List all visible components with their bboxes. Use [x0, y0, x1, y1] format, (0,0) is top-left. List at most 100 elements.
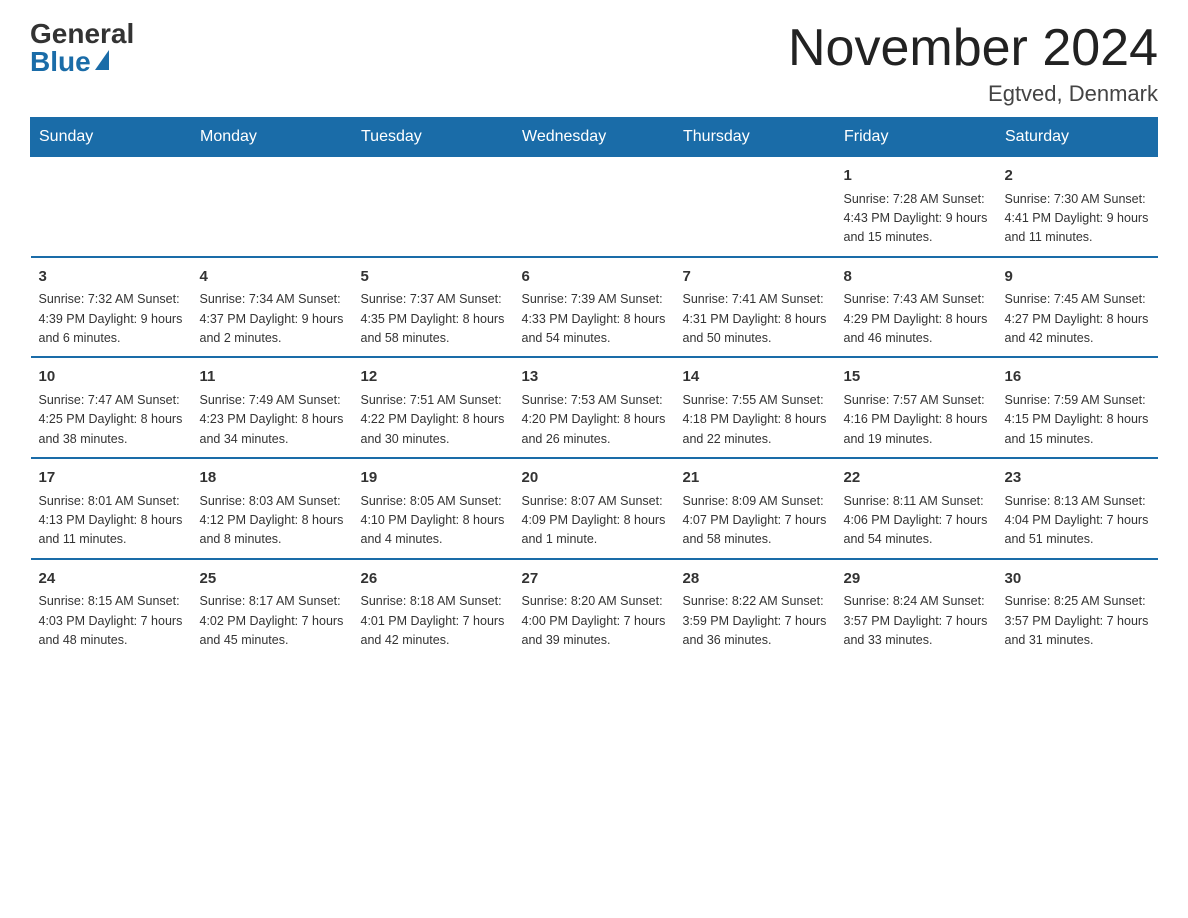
day-cell: 22Sunrise: 8:11 AM Sunset: 4:06 PM Dayli… — [836, 458, 997, 559]
day-info: Sunrise: 8:25 AM Sunset: 3:57 PM Dayligh… — [1005, 592, 1150, 650]
header-wednesday: Wednesday — [514, 118, 675, 157]
week-row-5: 24Sunrise: 8:15 AM Sunset: 4:03 PM Dayli… — [31, 559, 1158, 659]
day-number: 18 — [200, 467, 345, 490]
logo-blue-text: Blue — [30, 48, 109, 76]
logo: General Blue — [30, 20, 134, 76]
day-number: 21 — [683, 467, 828, 490]
calendar-table: SundayMondayTuesdayWednesdayThursdayFrid… — [30, 117, 1158, 658]
day-info: Sunrise: 7:34 AM Sunset: 4:37 PM Dayligh… — [200, 290, 345, 348]
day-number: 6 — [522, 266, 667, 289]
day-info: Sunrise: 7:30 AM Sunset: 4:41 PM Dayligh… — [1005, 190, 1150, 248]
day-number: 29 — [844, 568, 989, 591]
day-cell: 17Sunrise: 8:01 AM Sunset: 4:13 PM Dayli… — [31, 458, 192, 559]
day-number: 28 — [683, 568, 828, 591]
day-cell: 25Sunrise: 8:17 AM Sunset: 4:02 PM Dayli… — [192, 559, 353, 659]
month-title: November 2024 — [788, 20, 1158, 77]
day-cell: 15Sunrise: 7:57 AM Sunset: 4:16 PM Dayli… — [836, 357, 997, 458]
day-number: 24 — [39, 568, 184, 591]
day-info: Sunrise: 7:57 AM Sunset: 4:16 PM Dayligh… — [844, 391, 989, 449]
day-info: Sunrise: 8:11 AM Sunset: 4:06 PM Dayligh… — [844, 492, 989, 550]
day-info: Sunrise: 7:47 AM Sunset: 4:25 PM Dayligh… — [39, 391, 184, 449]
location-text: Egtved, Denmark — [788, 81, 1158, 107]
day-info: Sunrise: 7:39 AM Sunset: 4:33 PM Dayligh… — [522, 290, 667, 348]
day-number: 4 — [200, 266, 345, 289]
day-number: 17 — [39, 467, 184, 490]
header-thursday: Thursday — [675, 118, 836, 157]
day-number: 26 — [361, 568, 506, 591]
week-row-2: 3Sunrise: 7:32 AM Sunset: 4:39 PM Daylig… — [31, 257, 1158, 358]
day-cell: 8Sunrise: 7:43 AM Sunset: 4:29 PM Daylig… — [836, 257, 997, 358]
day-cell: 7Sunrise: 7:41 AM Sunset: 4:31 PM Daylig… — [675, 257, 836, 358]
day-cell: 9Sunrise: 7:45 AM Sunset: 4:27 PM Daylig… — [997, 257, 1158, 358]
day-cell — [31, 157, 192, 257]
day-info: Sunrise: 8:09 AM Sunset: 4:07 PM Dayligh… — [683, 492, 828, 550]
day-cell: 26Sunrise: 8:18 AM Sunset: 4:01 PM Dayli… — [353, 559, 514, 659]
day-number: 30 — [1005, 568, 1150, 591]
day-info: Sunrise: 8:03 AM Sunset: 4:12 PM Dayligh… — [200, 492, 345, 550]
week-row-4: 17Sunrise: 8:01 AM Sunset: 4:13 PM Dayli… — [31, 458, 1158, 559]
day-info: Sunrise: 7:28 AM Sunset: 4:43 PM Dayligh… — [844, 190, 989, 248]
day-cell: 23Sunrise: 8:13 AM Sunset: 4:04 PM Dayli… — [997, 458, 1158, 559]
day-cell: 16Sunrise: 7:59 AM Sunset: 4:15 PM Dayli… — [997, 357, 1158, 458]
day-number: 8 — [844, 266, 989, 289]
day-number: 14 — [683, 366, 828, 389]
day-info: Sunrise: 8:20 AM Sunset: 4:00 PM Dayligh… — [522, 592, 667, 650]
day-number: 7 — [683, 266, 828, 289]
title-block: November 2024 Egtved, Denmark — [788, 20, 1158, 107]
day-info: Sunrise: 7:45 AM Sunset: 4:27 PM Dayligh… — [1005, 290, 1150, 348]
day-info: Sunrise: 8:13 AM Sunset: 4:04 PM Dayligh… — [1005, 492, 1150, 550]
day-number: 2 — [1005, 165, 1150, 188]
day-info: Sunrise: 7:59 AM Sunset: 4:15 PM Dayligh… — [1005, 391, 1150, 449]
day-info: Sunrise: 8:22 AM Sunset: 3:59 PM Dayligh… — [683, 592, 828, 650]
day-cell: 1Sunrise: 7:28 AM Sunset: 4:43 PM Daylig… — [836, 157, 997, 257]
day-info: Sunrise: 7:49 AM Sunset: 4:23 PM Dayligh… — [200, 391, 345, 449]
day-cell: 19Sunrise: 8:05 AM Sunset: 4:10 PM Dayli… — [353, 458, 514, 559]
day-info: Sunrise: 8:24 AM Sunset: 3:57 PM Dayligh… — [844, 592, 989, 650]
day-info: Sunrise: 7:41 AM Sunset: 4:31 PM Dayligh… — [683, 290, 828, 348]
day-number: 10 — [39, 366, 184, 389]
day-number: 12 — [361, 366, 506, 389]
day-info: Sunrise: 7:32 AM Sunset: 4:39 PM Dayligh… — [39, 290, 184, 348]
day-info: Sunrise: 7:53 AM Sunset: 4:20 PM Dayligh… — [522, 391, 667, 449]
day-cell: 30Sunrise: 8:25 AM Sunset: 3:57 PM Dayli… — [997, 559, 1158, 659]
logo-general-text: General — [30, 20, 134, 48]
day-info: Sunrise: 8:05 AM Sunset: 4:10 PM Dayligh… — [361, 492, 506, 550]
day-cell — [514, 157, 675, 257]
day-number: 20 — [522, 467, 667, 490]
week-row-3: 10Sunrise: 7:47 AM Sunset: 4:25 PM Dayli… — [31, 357, 1158, 458]
day-info: Sunrise: 7:51 AM Sunset: 4:22 PM Dayligh… — [361, 391, 506, 449]
day-cell: 3Sunrise: 7:32 AM Sunset: 4:39 PM Daylig… — [31, 257, 192, 358]
day-number: 19 — [361, 467, 506, 490]
day-number: 11 — [200, 366, 345, 389]
week-row-1: 1Sunrise: 7:28 AM Sunset: 4:43 PM Daylig… — [31, 157, 1158, 257]
day-info: Sunrise: 7:43 AM Sunset: 4:29 PM Dayligh… — [844, 290, 989, 348]
day-cell — [192, 157, 353, 257]
day-cell: 14Sunrise: 7:55 AM Sunset: 4:18 PM Dayli… — [675, 357, 836, 458]
day-cell: 12Sunrise: 7:51 AM Sunset: 4:22 PM Dayli… — [353, 357, 514, 458]
day-info: Sunrise: 7:37 AM Sunset: 4:35 PM Dayligh… — [361, 290, 506, 348]
day-number: 3 — [39, 266, 184, 289]
logo-triangle-icon — [95, 50, 109, 70]
day-info: Sunrise: 8:15 AM Sunset: 4:03 PM Dayligh… — [39, 592, 184, 650]
day-number: 15 — [844, 366, 989, 389]
day-info: Sunrise: 8:07 AM Sunset: 4:09 PM Dayligh… — [522, 492, 667, 550]
header-monday: Monday — [192, 118, 353, 157]
day-number: 13 — [522, 366, 667, 389]
day-number: 1 — [844, 165, 989, 188]
day-number: 16 — [1005, 366, 1150, 389]
day-number: 22 — [844, 467, 989, 490]
day-cell: 21Sunrise: 8:09 AM Sunset: 4:07 PM Dayli… — [675, 458, 836, 559]
day-cell: 24Sunrise: 8:15 AM Sunset: 4:03 PM Dayli… — [31, 559, 192, 659]
day-cell: 11Sunrise: 7:49 AM Sunset: 4:23 PM Dayli… — [192, 357, 353, 458]
day-number: 27 — [522, 568, 667, 591]
header-friday: Friday — [836, 118, 997, 157]
day-cell — [353, 157, 514, 257]
header-sunday: Sunday — [31, 118, 192, 157]
day-cell — [675, 157, 836, 257]
day-cell: 10Sunrise: 7:47 AM Sunset: 4:25 PM Dayli… — [31, 357, 192, 458]
day-number: 9 — [1005, 266, 1150, 289]
day-number: 5 — [361, 266, 506, 289]
day-info: Sunrise: 7:55 AM Sunset: 4:18 PM Dayligh… — [683, 391, 828, 449]
day-cell: 13Sunrise: 7:53 AM Sunset: 4:20 PM Dayli… — [514, 357, 675, 458]
day-cell: 27Sunrise: 8:20 AM Sunset: 4:00 PM Dayli… — [514, 559, 675, 659]
